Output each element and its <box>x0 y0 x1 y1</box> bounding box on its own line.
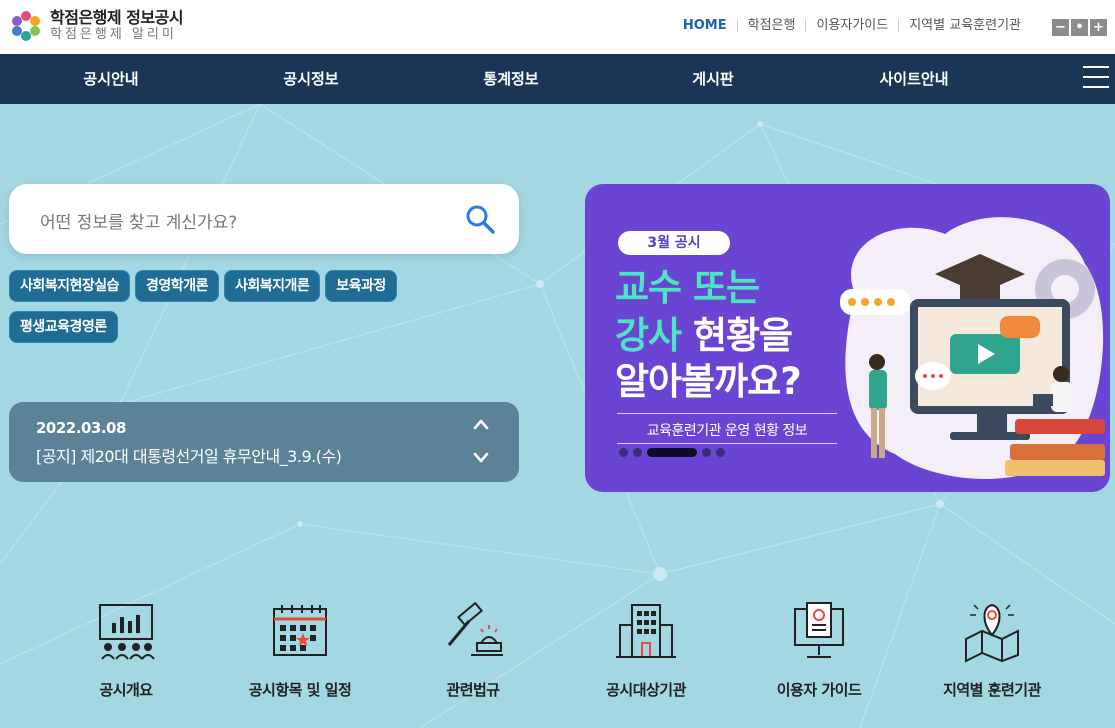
site-logo[interactable]: 학점은행제 정보공시 학점은행제 알리미 <box>8 8 184 44</box>
pagination-dot[interactable] <box>716 448 725 457</box>
quick-link-regional[interactable]: 지역별 훈련기관 <box>907 599 1077 700</box>
guide-icon <box>794 602 844 658</box>
banner-divider <box>617 413 837 414</box>
gavel-icon <box>447 601 503 656</box>
quick-link-label: 관련법규 <box>446 681 500 699</box>
pagination-dot[interactable] <box>702 448 711 457</box>
banner-headline-line3: 알아볼까요? <box>615 360 802 403</box>
quick-link-institutions[interactable]: 공시대상기관 <box>561 599 731 700</box>
chevron-up-icon[interactable] <box>473 418 489 430</box>
zoom-reset-button[interactable]: • <box>1071 19 1088 36</box>
nav-item-disclosure-guide[interactable]: 공시안내 <box>83 54 138 104</box>
keyword-chip[interactable]: 사회복지개론 <box>223 270 321 302</box>
zoom-controls: − • + <box>1050 19 1107 36</box>
nav-item-statistics[interactable]: 통계정보 <box>483 54 538 104</box>
promo-banner[interactable]: 3월 공시 교수 또는 강사 현황을 알아볼까요? 교육훈련기관 운영 현황 정… <box>585 184 1110 492</box>
logo-flower-icon <box>12 11 40 41</box>
banner-headline-line2-rest: 현황을 <box>681 314 793 357</box>
quick-links: 공시개요 공시항목 및 일정 관련법규 공시대상기관 이용자 가이드 지역별 훈… <box>0 599 1115 728</box>
util-regional-institutions-link[interactable]: 지역별 교육훈련기관 <box>899 19 1031 32</box>
notice-date: 2022.03.08 <box>36 419 126 437</box>
building-icon <box>616 604 676 658</box>
zoom-in-button[interactable]: + <box>1090 19 1107 36</box>
banner-divider <box>617 443 837 444</box>
teacher-illustration <box>840 217 1105 479</box>
search-box[interactable]: 어떤 정보를 찾고 계신가요? <box>9 184 519 254</box>
quick-link-label: 공시대상기관 <box>606 681 686 699</box>
chevron-down-icon[interactable] <box>473 452 489 464</box>
hero-section: 어떤 정보를 찾고 계신가요? 사회복지현장실습 경영학개론 사회복지개론 보육과정평… <box>0 104 1115 728</box>
notice-ticker[interactable]: 2022.03.08 [공지] 제20대 대통령선거일 휴무안내_3.9.(수) <box>9 402 519 482</box>
quick-link-label: 이용자 가이드 <box>776 681 862 699</box>
banner-headline-line2: 강사 현황을 <box>615 314 793 358</box>
quick-link-label: 공시항목 및 일정 <box>248 681 352 699</box>
search-icon[interactable] <box>465 204 495 234</box>
pagination-active-dot[interactable] <box>647 448 697 457</box>
logo-subtitle: 학점은행제 알리미 <box>50 27 177 42</box>
calendar-icon <box>273 605 327 656</box>
popular-keywords: 사회복지현장실습 경영학개론 사회복지개론 보육과정평생교육경영론 <box>9 270 449 352</box>
nav-item-disclosure-info[interactable]: 공시정보 <box>283 54 338 104</box>
banner-headline-highlight: 강사 <box>615 314 682 357</box>
quick-link-label: 지역별 훈련기관 <box>943 681 1041 699</box>
notice-title[interactable]: [공지] 제20대 대통령선거일 휴무안내_3.9.(수) <box>36 443 342 467</box>
keyword-chip[interactable]: 평생교육경영론 <box>9 311 118 343</box>
banner-pagination <box>619 448 730 457</box>
utility-links: HOME 학점은행 이용자가이드 지역별 교육훈련기관 <box>673 19 1031 32</box>
hamburger-icon[interactable] <box>1083 66 1109 92</box>
banner-headline-line1: 교수 또는 <box>615 266 760 309</box>
pagination-dot[interactable] <box>619 448 628 457</box>
keyword-chip[interactable]: 사회복지현장실습 <box>9 270 131 302</box>
quick-link-user-guide[interactable]: 이용자 가이드 <box>734 599 904 700</box>
search-input[interactable]: 어떤 정보를 찾고 계신가요? <box>40 208 237 233</box>
pagination-dot[interactable] <box>633 448 642 457</box>
util-user-guide-link[interactable]: 이용자가이드 <box>806 19 900 32</box>
quick-link-label: 공시개요 <box>99 681 153 699</box>
nav-item-board[interactable]: 게시판 <box>692 54 733 104</box>
quick-link-laws[interactable]: 관련법규 <box>388 599 558 700</box>
keyword-chip[interactable]: 보육과정 <box>325 270 397 302</box>
zoom-out-button[interactable]: − <box>1052 19 1069 36</box>
banner-month-tag: 3월 공시 <box>618 231 730 255</box>
top-header: 학점은행제 정보공시 학점은행제 알리미 HOME 학점은행 이용자가이드 지역… <box>0 0 1115 54</box>
presentation-icon <box>99 604 155 660</box>
main-nav: 공시안내 공시정보 통계정보 게시판 사이트안내 <box>0 54 1115 104</box>
util-home-link[interactable]: HOME <box>673 19 738 32</box>
nav-item-site-info[interactable]: 사이트안내 <box>879 54 948 104</box>
quick-link-overview[interactable]: 공시개요 <box>41 599 211 700</box>
banner-subtitle: 교육훈련기관 운영 현황 정보 <box>646 423 808 439</box>
quick-link-schedule[interactable]: 공시항목 및 일정 <box>215 599 385 700</box>
util-credit-bank-link[interactable]: 학점은행 <box>738 19 807 32</box>
logo-title: 학점은행제 정보공시 <box>50 8 184 27</box>
keyword-chip[interactable]: 경영학개론 <box>135 270 219 302</box>
map-pin-icon <box>965 603 1019 663</box>
